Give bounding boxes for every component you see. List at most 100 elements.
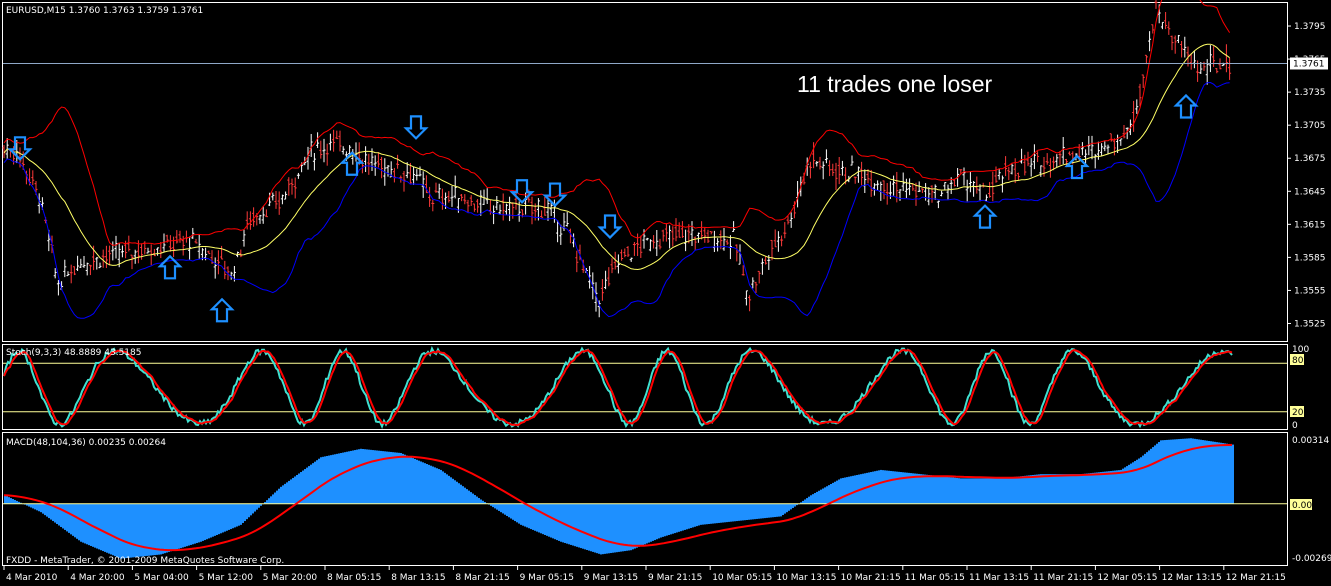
macd-histogram-bar <box>596 503 598 554</box>
metatrader-chart[interactable]: 1.37951.37651.37351.37051.36751.36451.36… <box>0 0 1331 586</box>
macd-histogram-bar <box>360 448 362 504</box>
macd-histogram-bar <box>520 503 522 525</box>
macd-histogram-bar <box>64 503 66 530</box>
macd-histogram-bar <box>350 450 352 504</box>
macd-histogram-bar <box>670 503 672 535</box>
macd-histogram-bar <box>278 488 280 504</box>
macd-histogram-bar <box>886 470 888 504</box>
macd-histogram-bar <box>68 503 70 533</box>
macd-histogram-bar <box>552 503 554 539</box>
macd-histogram-bar <box>898 471 900 504</box>
macd-histogram-bar <box>1050 474 1052 504</box>
macd-histogram-bar <box>456 481 458 504</box>
macd-histogram-bar <box>374 450 376 504</box>
macd-histogram-bar <box>1188 438 1190 504</box>
macd-histogram-bar <box>10 498 12 504</box>
macd-histogram-bar <box>1010 477 1012 504</box>
macd-histogram-bar <box>766 503 768 518</box>
macd-histogram-bar <box>878 470 880 504</box>
macd-histogram-bar <box>1182 438 1184 504</box>
macd-histogram-bar <box>830 484 832 504</box>
macd-histogram-bar <box>1206 440 1208 504</box>
macd-histogram-bar <box>822 488 824 504</box>
macd-histogram-bar <box>746 503 748 520</box>
macd-histogram-bar <box>124 503 126 559</box>
macd-histogram-bar <box>258 503 260 508</box>
macd-histogram-bar <box>1228 443 1230 504</box>
macd-histogram-bar <box>774 503 776 518</box>
macd-histogram-bar <box>250 503 252 516</box>
macd-histogram-bar <box>882 470 884 504</box>
macd-histogram-bar <box>266 500 268 504</box>
time-label: 5 Mar 20:00 <box>263 573 318 583</box>
macd-histogram-bar <box>396 452 398 504</box>
time-label: 5 Mar 04:00 <box>134 573 189 583</box>
macd-histogram-bar <box>804 499 806 504</box>
macd-histogram-bar <box>1224 443 1226 504</box>
macd-histogram-bar <box>418 460 420 504</box>
macd-histogram-bar <box>826 486 828 504</box>
macd-histogram-bar <box>1162 440 1164 504</box>
stoch-header: Stoch(9,3,3) 48.8889 43.5185 <box>6 348 141 358</box>
macd-histogram-bar <box>464 487 466 504</box>
macd-histogram-bar <box>610 503 612 554</box>
macd-histogram-bar <box>504 503 506 515</box>
macd-histogram-bar <box>178 503 180 549</box>
macd-histogram-bar <box>474 495 476 504</box>
macd-histogram-bar <box>82 503 84 543</box>
macd-histogram-bar <box>162 503 164 554</box>
macd-histogram-bar <box>884 470 886 504</box>
macd-histogram-bar <box>134 503 136 558</box>
macd-histogram-bar <box>1076 474 1078 504</box>
macd-histogram-bar <box>1038 474 1040 504</box>
macd-histogram-bar <box>732 503 734 522</box>
macd-histogram-bar <box>494 503 496 509</box>
macd-histogram-bar <box>710 503 712 524</box>
macd-histogram-bar <box>1032 474 1034 504</box>
macd-histogram-bar <box>1138 458 1140 504</box>
macd-histogram-bar <box>218 503 220 535</box>
macd-histogram-bar <box>608 503 610 554</box>
current-price-label: 1.3761 <box>1293 59 1325 69</box>
macd-histogram-bar <box>816 491 818 504</box>
macd-histogram-bar <box>220 503 222 534</box>
macd-histogram-bar <box>1176 439 1178 504</box>
macd-histogram-bar <box>96 503 98 549</box>
macd-histogram-bar <box>84 503 86 544</box>
macd-histogram-bar <box>840 478 842 504</box>
macd-histogram-bar <box>94 503 96 548</box>
macd-histogram-bar <box>104 503 106 552</box>
macd-histogram-bar <box>750 503 752 520</box>
macd-histogram-bar <box>588 503 590 551</box>
macd-histogram-bar <box>348 451 350 504</box>
macd-histogram-bar <box>782 503 784 515</box>
macd-histogram-bar <box>780 503 782 517</box>
macd-histogram-bar <box>740 503 742 521</box>
macd-histogram-bar <box>1120 469 1122 504</box>
macd-histogram-bar <box>960 478 962 504</box>
macd-histogram-bar <box>614 503 616 553</box>
macd-histogram-bar <box>192 503 194 545</box>
macd-histogram-bar <box>200 503 202 542</box>
macd-histogram-bar <box>42 503 44 514</box>
macd-histogram-bar <box>706 503 708 525</box>
macd-histogram-bar <box>372 450 374 504</box>
macd-histogram-bar <box>554 503 556 540</box>
macd-histogram-bar <box>968 478 970 504</box>
macd-histogram-bar <box>1056 474 1058 504</box>
macd-histogram-bar <box>756 503 758 519</box>
macd-histogram-bar <box>110 503 112 555</box>
macd-histogram-bar <box>390 451 392 504</box>
macd-histogram-bar <box>324 456 326 504</box>
macd-histogram-bar <box>602 503 604 555</box>
macd-histogram-bar <box>502 503 504 514</box>
macd-histogram-bar <box>890 470 892 504</box>
macd-histogram-bar <box>190 503 192 545</box>
macd-histogram-bar <box>1110 470 1112 504</box>
macd-histogram-bar <box>604 503 606 554</box>
macd-histogram-bar <box>432 466 434 504</box>
macd-histogram-bar <box>312 463 314 504</box>
macd-histogram-bar <box>664 503 666 537</box>
macd-histogram-bar <box>1012 477 1014 504</box>
macd-histogram-bar <box>222 503 224 533</box>
